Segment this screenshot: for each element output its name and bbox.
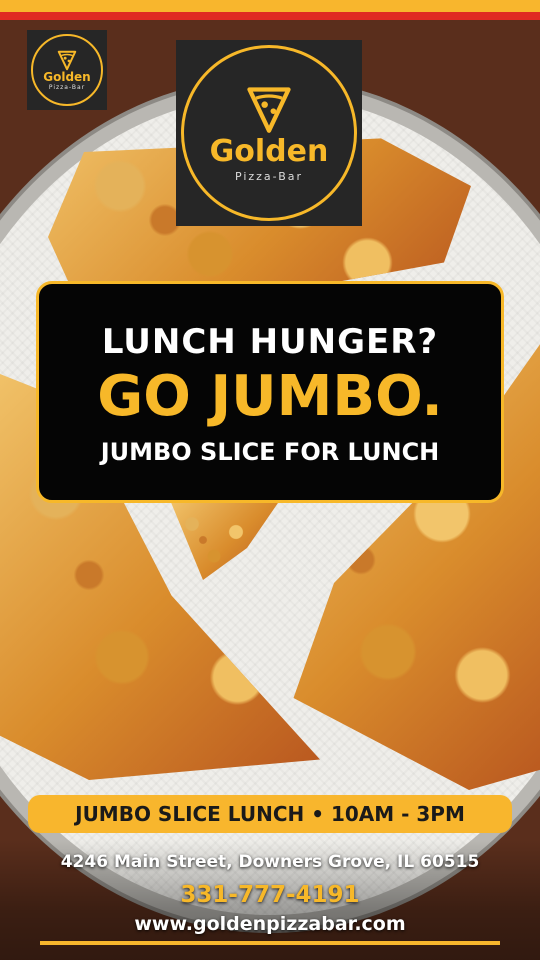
top-red-bar [0, 12, 540, 20]
phone-number: 331-777-4191 [180, 882, 360, 908]
logo-large-tagline: Pizza-Bar [234, 170, 304, 183]
logo-small: Golden Pizza-Bar [27, 30, 107, 110]
promo-headline: GO JUMBO. [97, 364, 443, 430]
website-link: www.goldenpizzabar.com [134, 913, 406, 935]
top-gold-bar [0, 0, 540, 12]
pizza-slice-icon [247, 87, 291, 133]
promo-question: LUNCH HUNGER? [101, 322, 439, 363]
bottom-gold-line [40, 941, 500, 945]
pizza-slice-icon [57, 50, 77, 71]
logo-large-brand: Golden [209, 134, 329, 169]
promo-subhead: JUMBO SLICE FOR LUNCH [100, 437, 440, 466]
logo-small-brand: Golden [43, 69, 91, 84]
logo-large: Golden Pizza-Bar [176, 40, 362, 226]
promo-box: LUNCH HUNGER? GO JUMBO. JUMBO SLICE FOR … [36, 281, 504, 503]
address-text: 4246 Main Street, Downers Grove, IL 6051… [60, 852, 480, 872]
lunch-hours-banner: JUMBO SLICE LUNCH • 10AM - 3PM [28, 795, 512, 833]
logo-small-tagline: Pizza-Bar [48, 84, 86, 92]
